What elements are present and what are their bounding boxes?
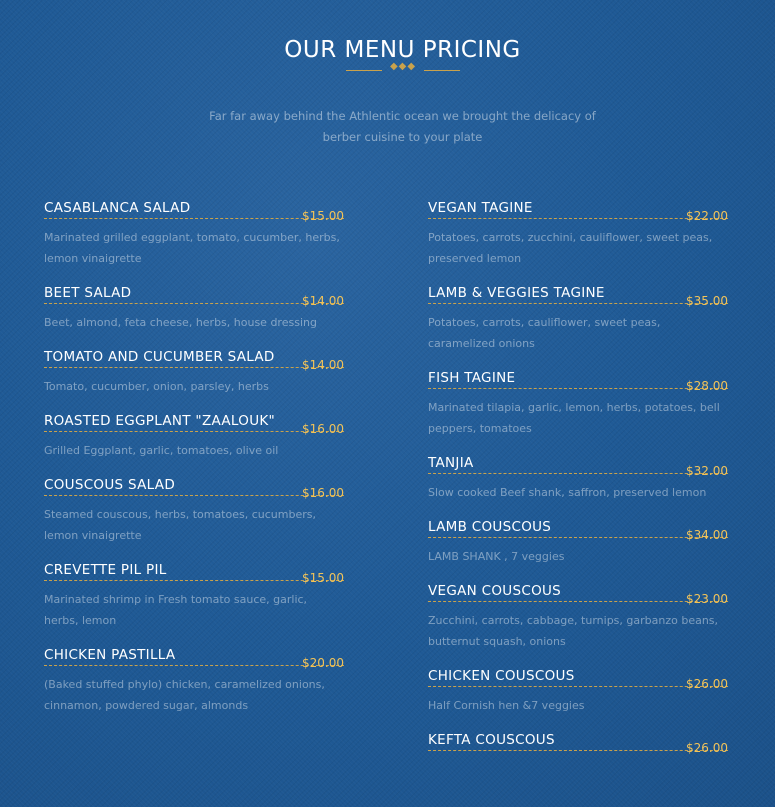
page-title: OUR MENU PRICING (284, 37, 521, 64)
menu-item-header: CASABLANCA SALAD $15.00 (44, 198, 344, 223)
menu-item: VEGAN COUSCOUS $23.00 Zucchini, carrots, c… (428, 581, 728, 652)
menu-item-price: $26.00 (686, 677, 728, 691)
menu-item-header: TANJIA $32.00 (428, 453, 728, 478)
menu-item-price: $34.00 (686, 528, 728, 542)
menu-item-description: Slow cooked Beef shank, saffron, preserv… (428, 486, 707, 499)
menu-item-description: Potatoes, carrots, cauliflower, sweet pe… (428, 316, 661, 350)
menu-item-header: FISH TAGINE $28.00 (428, 368, 728, 393)
menu-item-description: Marinated shrimp in Fresh tomato sauce, … (44, 593, 308, 627)
menu-item: CHICKEN COUSCOUS $26.00 Half Cornish hen &… (428, 666, 728, 716)
menu-column-right: VEGAN TAGINE $22.00 Potatoes, carrots, zuc… (428, 198, 728, 765)
menu-item-price: $16.00 (302, 486, 344, 500)
menu-item-name: CREVETTE PIL PIL (44, 562, 167, 578)
menu-item-price: $26.00 (686, 741, 728, 755)
menu-item-name: VEGAN TAGINE (428, 200, 533, 216)
menu-item-header: CHICKEN PASTILLA $20.00 (44, 645, 344, 670)
menu-item-name: COUSCOUS SALAD (44, 477, 176, 493)
menu-item: LAMB COUSCOUS $34.00 LAMB SHANK , 7 veggie… (428, 517, 728, 567)
menu-item-header: ROASTED EGGPLANT "ZAALOUK" $16.00 (44, 411, 344, 436)
menu-item-name: TANJIA (428, 455, 474, 471)
menu-item-description: Marinated tilapia, garlic, lemon, herbs,… (428, 401, 720, 435)
menu-item-name: LAMB & VEGGIES TAGINE (428, 285, 605, 301)
menu-item: TANJIA $32.00 Slow cooked Beef shank, saff… (428, 453, 728, 503)
menu-item-price: $22.00 (686, 209, 728, 223)
menu-item-header: CREVETTE PIL PIL $15.00 (44, 560, 344, 585)
menu-item-price: $15.00 (302, 571, 344, 585)
menu-item: BEET SALAD $14.00 Beet, almond, feta chees… (44, 283, 344, 333)
menu-item-description: Beet, almond, feta cheese, herbs, house … (44, 316, 317, 329)
menu-item-header: BEET SALAD $14.00 (44, 283, 344, 308)
menu-item-header: VEGAN TAGINE $22.00 (428, 198, 728, 223)
menu-item-name: TOMATO AND CUCUMBER SALAD (44, 349, 275, 365)
menu-item-description: Half Cornish hen &7 veggies (428, 699, 585, 712)
menu-pricing-section: OUR MENU PRICING ◆◆◆ Far far away behind… (0, 0, 775, 807)
page-subtitle: Far far away behind the Athlentic ocean … (209, 108, 596, 144)
menu-item-price: $35.00 (686, 294, 728, 308)
menu-item-description: (Baked stuffed phylo) chicken, carameliz… (44, 678, 325, 712)
menu-item-header: TOMATO AND CUCUMBER SALAD $14.00 (44, 347, 344, 372)
menu-item-price: $32.00 (686, 464, 728, 478)
menu-item-name: BEET SALAD (44, 285, 132, 301)
menu-item-price: $15.00 (302, 209, 344, 223)
menu-item-name: ROASTED EGGPLANT "ZAALOUK" (44, 413, 276, 429)
menu-item-price: $14.00 (302, 358, 344, 372)
menu-column-left: CASABLANCA SALAD $15.00 Marinated grilled … (44, 198, 344, 730)
menu-item-name: CHICKEN COUSCOUS (428, 668, 575, 684)
menu-item: VEGAN TAGINE $22.00 Potatoes, carrots, zuc… (428, 198, 728, 269)
menu-item-name: LAMB COUSCOUS (428, 519, 552, 535)
menu-item-header: CHICKEN COUSCOUS $26.00 (428, 666, 728, 691)
menu-item-price: $20.00 (302, 656, 344, 670)
menu-item-name: VEGAN COUSCOUS (428, 583, 562, 599)
menu-item-price: $28.00 (686, 379, 728, 393)
menu-item-header: COUSCOUS SALAD $16.00 (44, 475, 344, 500)
menu-item-price: $23.00 (686, 592, 728, 606)
menu-item: COUSCOUS SALAD $16.00 Steamed couscous, he… (44, 475, 344, 546)
menu-item-description: Grilled Eggplant, garlic, tomatoes, oliv… (44, 444, 279, 457)
menu-item: LAMB & VEGGIES TAGINE $35.00 Potatoes, car… (428, 283, 728, 354)
menu-item-price: $14.00 (302, 294, 344, 308)
menu-item: CREVETTE PIL PIL $15.00 Marinated shrimp i… (44, 560, 344, 631)
menu-item-description: Potatoes, carrots, zucchini, cauliflower… (428, 231, 713, 265)
menu-item-description: Steamed couscous, herbs, tomatoes, cucum… (44, 508, 316, 542)
menu-item-description: Tomato, cucumber, onion, parsley, herbs (44, 380, 269, 393)
menu-item-name: CHICKEN PASTILLA (44, 647, 176, 663)
menu-item-description: Marinated grilled eggplant, tomato, cucu… (44, 231, 340, 265)
menu-item-header: VEGAN COUSCOUS $23.00 (428, 581, 728, 606)
menu-item-header: LAMB COUSCOUS $34.00 (428, 517, 728, 542)
menu-item-name: FISH TAGINE (428, 370, 516, 386)
ornament-divider: ◆◆◆ (346, 61, 460, 78)
menu-item-description: Zucchini, carrots, cabbage, turnips, gar… (428, 614, 719, 648)
divider-line-right (424, 70, 460, 71)
menu-item: CASABLANCA SALAD $15.00 Marinated grilled … (44, 198, 344, 269)
divider-line-left (346, 70, 382, 71)
menu-item-price: $16.00 (302, 422, 344, 436)
menu-item-header: LAMB & VEGGIES TAGINE $35.00 (428, 283, 728, 308)
menu-item: ROASTED EGGPLANT "ZAALOUK" $16.00 Grilled … (44, 411, 344, 461)
menu-item-name: KEFTA COUSCOUS (428, 732, 555, 748)
menu-item: CHICKEN PASTILLA $20.00 (Baked stuffed phy… (44, 645, 344, 716)
menu-item: FISH TAGINE $28.00 Marinated tilapia, garl… (428, 368, 728, 439)
menu-item-name: CASABLANCA SALAD (44, 200, 191, 216)
menu-item: KEFTA COUSCOUS $26.00 (428, 730, 728, 755)
menu-item-description: LAMB SHANK , 7 veggies (428, 550, 565, 563)
menu-item-header: KEFTA COUSCOUS $26.00 (428, 730, 728, 755)
diamond-ornament-icon: ◆◆◆ (389, 61, 417, 72)
menu-item: TOMATO AND CUCUMBER SALAD $14.00 Tomato, c… (44, 347, 344, 397)
